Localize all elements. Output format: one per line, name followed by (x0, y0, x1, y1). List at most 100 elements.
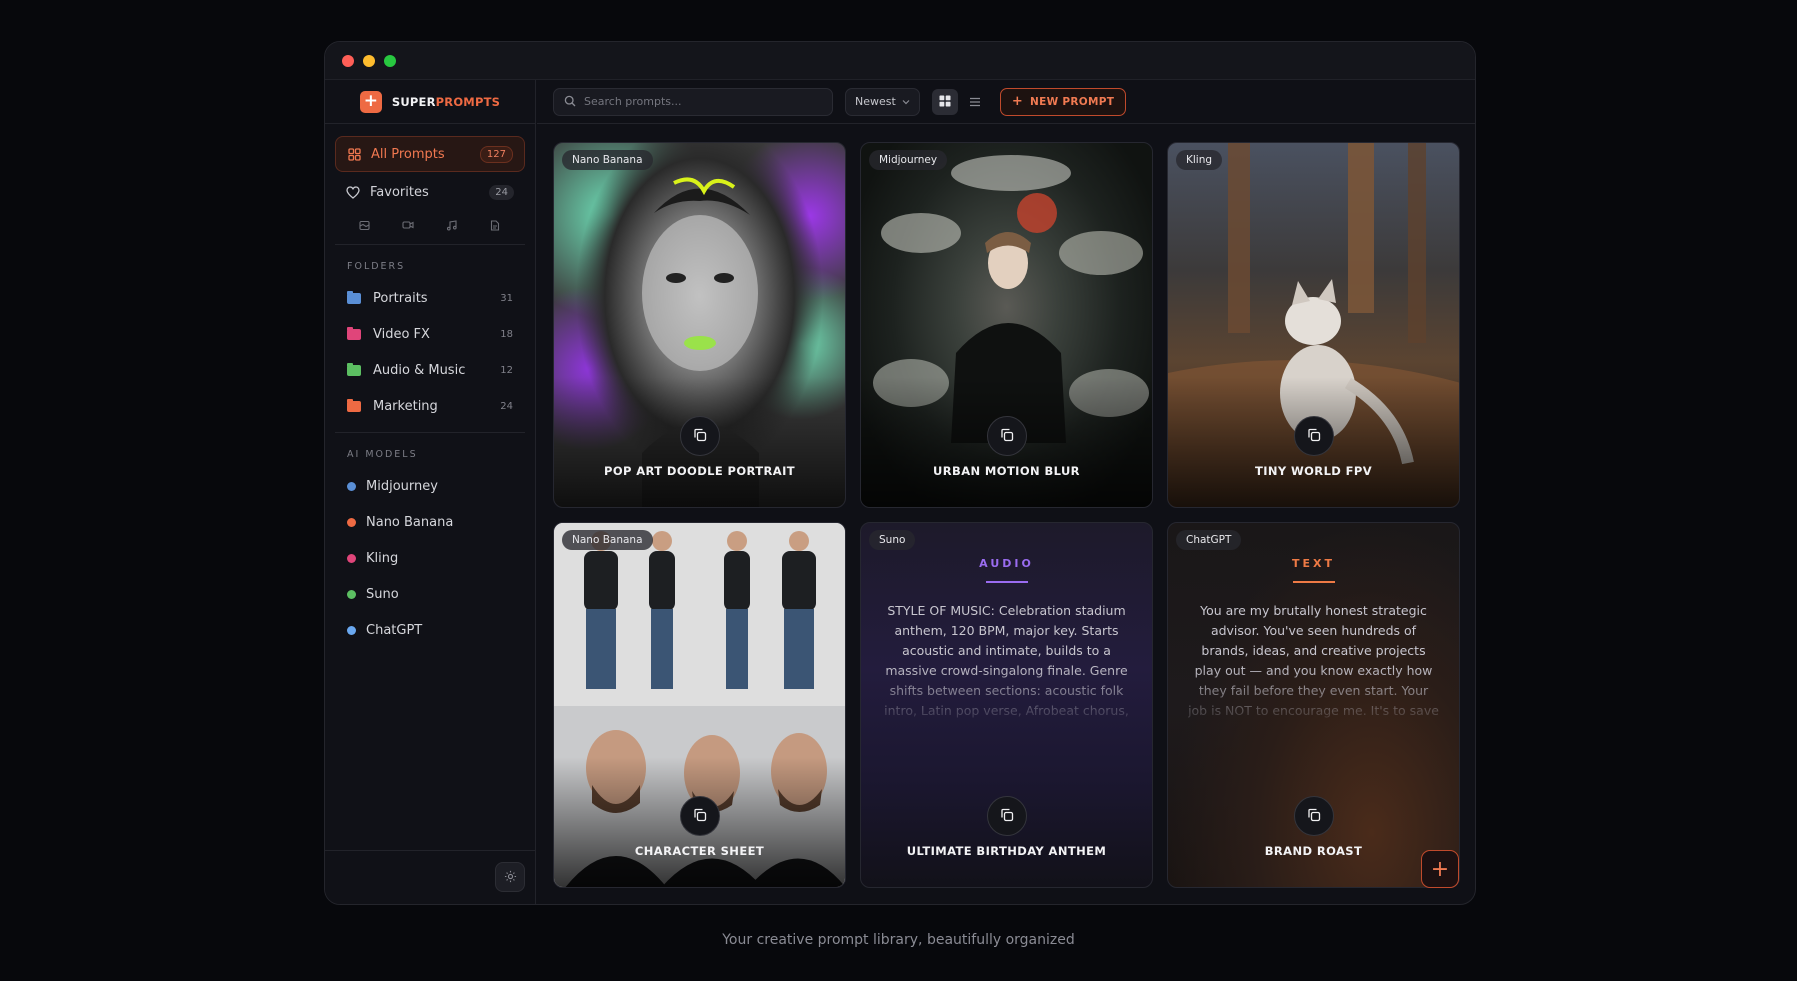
model-tag: Suno (869, 530, 916, 550)
copy-button[interactable] (1293, 796, 1334, 836)
chevron-down-icon (902, 95, 910, 108)
model-label: Nano Banana (366, 514, 454, 530)
prompt-card[interactable]: Nano Banana POP ART DOODLE PORTRAIT (553, 142, 846, 508)
folder-icon (347, 398, 361, 412)
model-label: Suno (366, 586, 399, 602)
gear-icon (504, 868, 517, 887)
sidebar: + SUPERPROMPTS All Prompts 127 Favorites… (325, 80, 536, 904)
prompt-grid: Nano Banana POP ART DOODLE PORTRAIT Midj… (553, 142, 1460, 888)
kind-underline (1292, 581, 1335, 583)
close-window-button[interactable] (342, 54, 354, 67)
card-kind-label: TEXT (1291, 557, 1335, 570)
model-dot (347, 589, 356, 599)
main-nav: All Prompts 127 Favorites 24 (325, 124, 535, 210)
sort-label: Newest (855, 95, 896, 108)
prompt-card[interactable]: Kling TINY WORLD FPV (1167, 142, 1460, 508)
video-icon[interactable] (401, 218, 415, 232)
card-title: POP ART DOODLE PORTRAIT (603, 464, 796, 478)
folder-count: 18 (500, 328, 513, 340)
list-view-button[interactable] (962, 89, 988, 115)
folder-count: 24 (500, 400, 513, 412)
grid-view-icon (939, 92, 951, 111)
copy-button[interactable] (679, 416, 720, 456)
prompt-preview: STYLE OF MUSIC: Celebration stadium anth… (884, 603, 1129, 718)
folder-marketing[interactable]: Marketing 24 (325, 388, 535, 424)
folder-count: 12 (500, 364, 513, 376)
document-icon[interactable] (488, 218, 502, 232)
copy-button[interactable] (1293, 416, 1334, 456)
folder-icon (347, 326, 361, 340)
sort-dropdown[interactable]: Newest (845, 87, 920, 116)
folder-icon (347, 362, 361, 376)
prompt-card[interactable]: ChatGPT TEXT You are my brutally honest … (1167, 522, 1460, 888)
copy-icon (693, 427, 707, 446)
heart-icon (346, 185, 360, 199)
model-dot (347, 517, 356, 527)
minimize-window-button[interactable] (363, 54, 375, 67)
list-view-icon (969, 92, 981, 111)
prompt-card[interactable]: Suno AUDIO STYLE OF MUSIC: Celebration s… (860, 522, 1153, 888)
folder-label: Portraits (373, 290, 428, 306)
copy-icon (693, 807, 707, 826)
sidebar-footer (325, 850, 535, 904)
copy-icon (1307, 807, 1321, 826)
card-title: ULTIMATE BIRTHDAY ANTHEM (906, 844, 1107, 858)
model-midjourney[interactable]: Midjourney (325, 468, 535, 504)
copy-button[interactable] (986, 416, 1027, 456)
copy-button[interactable] (679, 796, 720, 836)
prompt-preview: You are my brutally honest strategic adv… (1188, 603, 1439, 718)
maximize-window-button[interactable] (384, 54, 396, 67)
model-tag: Midjourney (869, 150, 948, 170)
model-label: Kling (366, 550, 399, 566)
kind-underline (985, 581, 1028, 583)
copy-icon (1307, 427, 1321, 446)
model-list: Midjourney Nano Banana Kling Suno ChatGP… (325, 468, 535, 648)
nav-all-prompts[interactable]: All Prompts 127 (335, 136, 525, 172)
folder-list: Portraits 31 Video FX 18 Audio & Music 12 M… (325, 280, 535, 424)
card-title: BRAND ROAST (1264, 844, 1363, 858)
folder-audio-music[interactable]: Audio & Music 12 (325, 352, 535, 388)
new-prompt-label: NEW PROMPT (1030, 95, 1115, 108)
model-label: ChatGPT (366, 622, 423, 638)
nav-favorites[interactable]: Favorites 24 (335, 174, 525, 210)
card-title: TINY WORLD FPV (1254, 464, 1373, 478)
floating-add-button[interactable]: + (1421, 850, 1459, 888)
search-input[interactable] (584, 95, 822, 108)
prompt-card[interactable]: Midjourney URBAN MOTION BLUR (860, 142, 1153, 508)
folder-video-fx[interactable]: Video FX 18 (325, 316, 535, 352)
count-badge: 127 (479, 145, 513, 163)
model-dot (347, 625, 356, 635)
plus-icon: + (1430, 856, 1450, 882)
brand[interactable]: + SUPERPROMPTS (325, 80, 535, 124)
grid-view-button[interactable] (931, 88, 958, 115)
folder-count: 31 (500, 292, 513, 304)
search-box[interactable] (553, 87, 833, 116)
model-dot (347, 481, 356, 491)
count-badge: 24 (489, 184, 514, 200)
main-area: Newest + NEW PROMPT (537, 80, 1475, 904)
model-tag: Kling (1176, 150, 1223, 170)
prompt-card[interactable]: Nano Banana CHARACTER SHEET (553, 522, 846, 888)
settings-button[interactable] (495, 862, 525, 892)
card-title: URBAN MOTION BLUR (933, 464, 1080, 478)
model-tag: Nano Banana (562, 150, 653, 170)
music-icon[interactable] (445, 218, 459, 232)
model-chatgpt[interactable]: ChatGPT (325, 612, 535, 648)
brand-name: SUPERPROMPTS (391, 94, 501, 109)
plus-icon: + (1011, 94, 1024, 109)
toolbar: Newest + NEW PROMPT (537, 80, 1475, 124)
model-kling[interactable]: Kling (325, 540, 535, 576)
model-suno[interactable]: Suno (325, 576, 535, 612)
app-window: + SUPERPROMPTS All Prompts 127 Favorites… (324, 41, 1476, 905)
model-nano-banana[interactable]: Nano Banana (325, 504, 535, 540)
new-prompt-button[interactable]: + NEW PROMPT (999, 87, 1127, 116)
folder-portraits[interactable]: Portraits 31 (325, 280, 535, 316)
folder-label: Marketing (373, 398, 438, 414)
nav-label: All Prompts (371, 146, 445, 162)
folder-label: Audio & Music (373, 362, 466, 378)
image-icon[interactable] (358, 218, 372, 232)
plus-icon: + (359, 90, 382, 113)
model-tag: Nano Banana (562, 530, 653, 550)
copy-button[interactable] (986, 796, 1027, 836)
folder-label: Video FX (373, 326, 430, 342)
